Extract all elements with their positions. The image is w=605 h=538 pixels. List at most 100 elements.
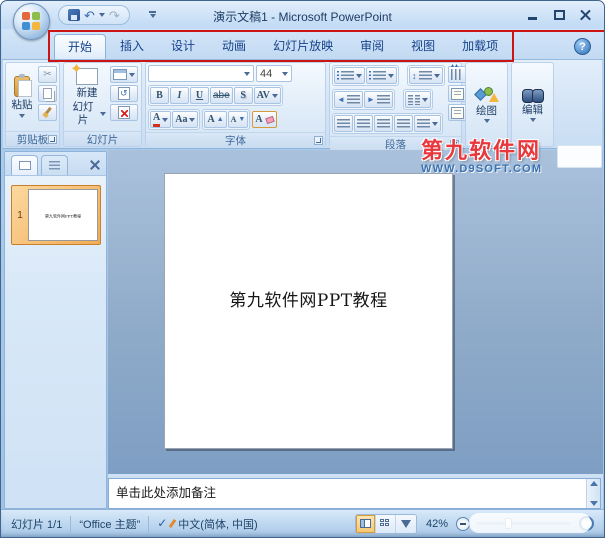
language-indicator[interactable]: 中文(简体, 中国) [178, 516, 257, 532]
office-button[interactable] [13, 3, 50, 40]
distribute-button[interactable] [414, 115, 441, 132]
slide-title-text[interactable]: 第九软件网PPT教程 [165, 286, 452, 311]
tab-slideshow[interactable]: 幻灯片放映 [260, 34, 346, 59]
tab-insert[interactable]: 插入 [107, 34, 157, 59]
copy-button[interactable] [38, 85, 57, 102]
align-center-button[interactable] [354, 115, 373, 132]
align-right-button[interactable] [374, 115, 393, 132]
editing-button[interactable]: 编辑 [520, 65, 546, 144]
font-dialog-launcher-icon[interactable] [314, 136, 323, 145]
decrease-indent-button[interactable]: ◄ [334, 91, 363, 108]
font-name-combobox[interactable] [148, 65, 254, 82]
font-group-label: 字体 [146, 132, 325, 147]
title-bar: ↶ ↷ 演示文稿1 - Microsoft PowerPoint [1, 1, 604, 40]
grow-font-button[interactable]: A ▲ [204, 111, 227, 128]
undo-dropdown-icon[interactable] [98, 13, 105, 17]
status-bar: 幻灯片 1/1 “Office 主题” ✓ 中文(简体, 中国) 42% [1, 509, 604, 537]
zoom-slider-thumb[interactable] [504, 518, 512, 529]
view-buttons [354, 513, 417, 534]
underline-button[interactable]: U [190, 87, 209, 104]
drawing-button[interactable]: 绘图 [473, 65, 501, 144]
tab-addins[interactable]: 加载项 [449, 34, 511, 59]
bold-button[interactable]: B [150, 87, 169, 104]
align-left-button[interactable] [334, 115, 353, 132]
bullets-icon [337, 70, 354, 81]
bullets-button[interactable] [334, 67, 365, 84]
italic-button[interactable]: I [170, 87, 189, 104]
paste-button[interactable]: 粘贴 [8, 65, 36, 129]
maximize-icon[interactable] [553, 9, 566, 21]
paragraph-group-label: 段落 [330, 136, 461, 151]
numbering-button[interactable] [366, 67, 397, 84]
notes-scrollbar[interactable] [586, 479, 600, 508]
format-painter-button[interactable] [38, 104, 57, 121]
strikethrough-button[interactable]: abe [210, 87, 233, 104]
tab-home[interactable]: 开始 [54, 34, 107, 59]
scroll-up-icon[interactable] [589, 481, 598, 486]
paste-dropdown-icon [19, 113, 25, 118]
delete-icon [118, 106, 130, 119]
help-icon[interactable]: ? [574, 38, 591, 55]
slide-canvas[interactable]: 第九软件网PPT教程 [164, 173, 453, 449]
font-size-combobox[interactable]: 44 [256, 65, 292, 82]
ribbon: 粘贴 ✂ 剪贴板 ✦ 新建 幻灯片 ↺ 幻灯片 44 B I U abe S A… [3, 60, 602, 151]
cut-button[interactable]: ✂ [38, 66, 57, 83]
notes-input[interactable]: 单击此处添加备注 [109, 479, 586, 508]
tab-review[interactable]: 审阅 [347, 34, 397, 59]
slide-sorter-button[interactable] [375, 514, 396, 533]
normal-view-icon [359, 519, 371, 528]
binoculars-icon [521, 87, 544, 103]
layout-button[interactable] [110, 66, 138, 83]
align-left-icon [337, 118, 350, 129]
new-slide-label-1: 新建 [76, 87, 98, 100]
line-spacing-icon [418, 70, 432, 81]
zoom-out-icon[interactable] [456, 516, 470, 531]
tab-view[interactable]: 视图 [398, 34, 448, 59]
increase-indent-button[interactable]: ► [363, 91, 393, 108]
slide-thumbnail: 第九软件网PPT教程 [28, 189, 98, 241]
slide-thumbnail-selected[interactable]: 1 第九软件网PPT教程 [11, 185, 101, 245]
clipboard-group-label: 剪贴板 [6, 131, 59, 146]
undo-icon[interactable]: ↶ [84, 9, 95, 22]
slideshow-button[interactable] [395, 514, 416, 533]
slides-pane: 1 第九软件网PPT教程 [4, 151, 107, 509]
minimize-icon[interactable] [527, 9, 540, 21]
customize-qat-icon[interactable] [149, 11, 156, 18]
spellcheck-icon[interactable]: ✓ [157, 517, 172, 530]
font-color-button[interactable]: A [150, 111, 172, 128]
tab-slides-thumbnails[interactable] [11, 155, 38, 175]
scrollbar-top-box [557, 145, 602, 168]
shrink-font-button[interactable]: A ▼ [227, 111, 249, 128]
eraser-icon [264, 115, 275, 124]
slides-group-label: 幻灯片 [64, 131, 141, 146]
tab-design[interactable]: 设计 [158, 34, 208, 59]
pane-close-icon[interactable] [89, 159, 101, 171]
paragraph-dialog-launcher-icon[interactable] [450, 140, 459, 149]
zoom-slider[interactable] [476, 518, 571, 529]
normal-view-button[interactable] [355, 514, 376, 533]
columns-icon [407, 94, 420, 105]
save-icon[interactable] [68, 9, 80, 21]
smartart-icon [450, 106, 464, 119]
zoom-level[interactable]: 42% [426, 518, 448, 530]
clear-formatting-button[interactable]: A [252, 111, 277, 128]
justify-button[interactable] [394, 115, 413, 132]
reset-button[interactable] [110, 85, 138, 102]
paste-icon [14, 74, 32, 98]
redo-icon[interactable]: ↷ [109, 9, 120, 22]
copy-icon [43, 88, 52, 99]
close-icon[interactable] [579, 9, 592, 21]
delete-slide-button[interactable] [110, 104, 138, 121]
character-spacing-button[interactable]: AV [253, 87, 281, 104]
fit-to-window-icon[interactable] [579, 516, 594, 531]
new-slide-button[interactable]: ✦ 新建 幻灯片 [66, 61, 108, 129]
tab-animations[interactable]: 动画 [209, 34, 259, 59]
clipboard-dialog-launcher-icon[interactable] [48, 135, 57, 144]
change-case-button[interactable]: Aa [172, 111, 199, 128]
scroll-down-icon[interactable] [589, 501, 598, 506]
columns-button[interactable] [404, 91, 431, 108]
line-spacing-button[interactable]: ↕ [409, 67, 443, 84]
format-painter-icon [42, 107, 53, 118]
tab-outline[interactable] [41, 155, 68, 175]
text-shadow-button[interactable]: S [233, 87, 253, 104]
